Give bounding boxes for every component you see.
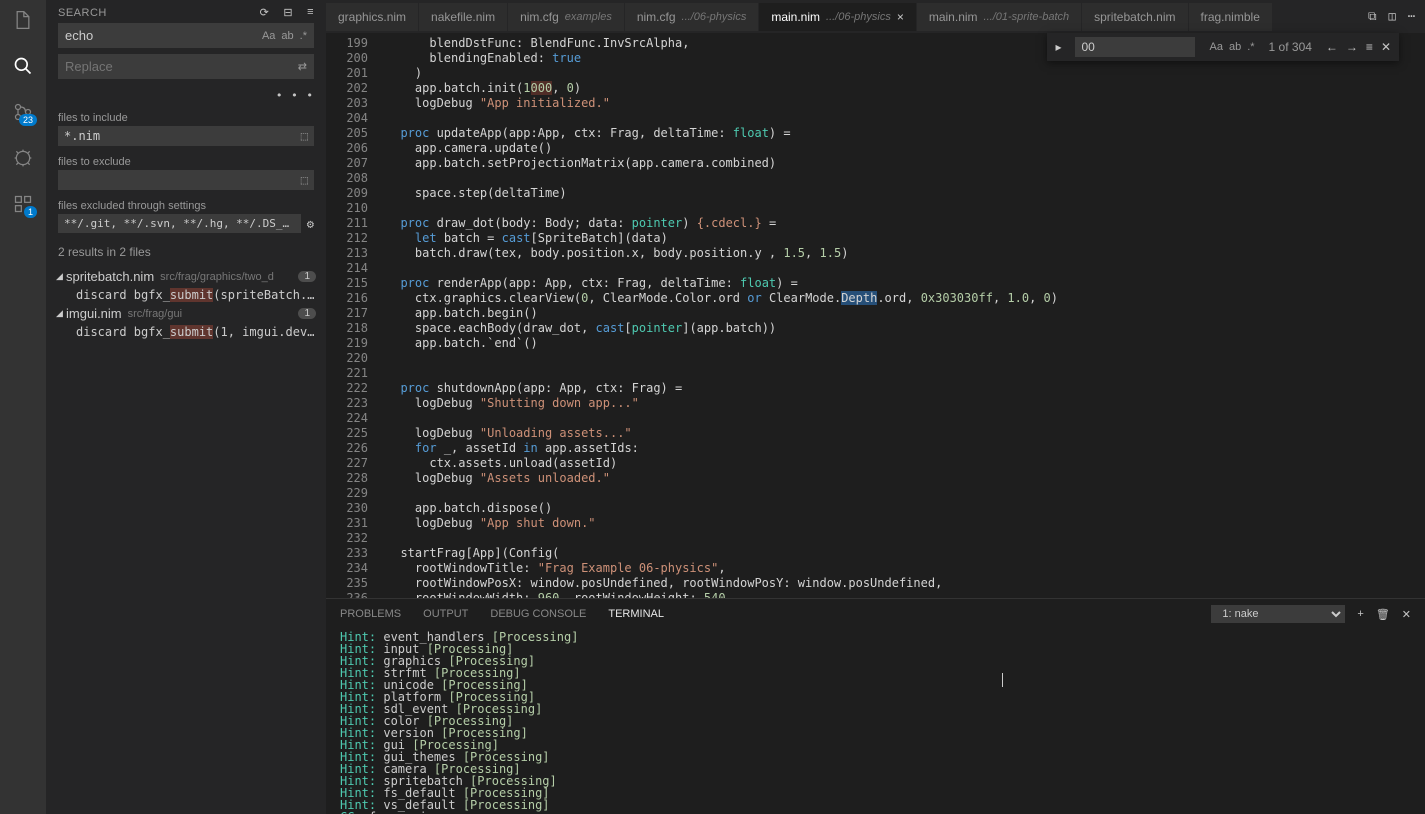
search-icon[interactable] <box>11 54 35 78</box>
more-icon[interactable]: ⋯ <box>1408 9 1415 24</box>
explorer-icon[interactable] <box>11 8 35 32</box>
editor-tab[interactable]: frag.nimble <box>1189 3 1273 31</box>
results-count: 2 results in 2 files <box>58 245 314 259</box>
editor-tab[interactable]: main.nim .../01-sprite-batch <box>917 3 1082 31</box>
exclude-input[interactable]: ⬚ <box>58 170 314 190</box>
scm-badge: 23 <box>19 114 37 126</box>
panel-tab[interactable]: DEBUG CONSOLE <box>490 608 586 620</box>
excluded-list: **/.git, **/.svn, **/.hg, **/.DS_Store, … <box>58 214 301 233</box>
case-icon[interactable]: Aa <box>262 30 275 42</box>
book-icon[interactable]: ⬚ <box>301 129 308 143</box>
result-file[interactable]: ◢spritebatch.nimsrc/frag/graphics/two_d1 <box>46 267 326 286</box>
split-icon[interactable]: ◫ <box>1389 9 1396 24</box>
editor-tab[interactable]: main.nim .../06-physics × <box>759 3 917 31</box>
new-terminal-icon[interactable]: + <box>1357 608 1363 620</box>
kill-terminal-icon[interactable]: 🗑 <box>1376 608 1390 621</box>
close-icon[interactable]: ✕ <box>1381 40 1391 54</box>
word-icon[interactable]: ab <box>281 30 293 42</box>
gear-icon[interactable]: ⚙ <box>307 217 314 231</box>
panel: PROBLEMS OUTPUT DEBUG CONSOLE TERMINAL 1: na… <box>326 598 1425 814</box>
terminal-select[interactable]: 1: nake <box>1211 605 1345 623</box>
include-input[interactable]: *.nim⬚ <box>58 126 314 146</box>
panel-tab[interactable]: PROBLEMS <box>340 608 401 620</box>
result-match[interactable]: discard bgfx_submit(1, imgui.dev.sph, 0,… <box>46 323 326 341</box>
search-input[interactable]: Aaab .* <box>58 23 314 48</box>
replace-all-icon[interactable]: ⇄ <box>298 60 307 73</box>
scm-icon[interactable]: 23 <box>11 100 35 124</box>
word-icon[interactable]: ab <box>1229 41 1241 53</box>
activity-bar: 23 1 <box>0 0 46 814</box>
book-icon[interactable]: ⬚ <box>301 173 308 187</box>
find-count: 1 of 304 <box>1269 40 1312 54</box>
find-input[interactable]: 00 <box>1075 37 1195 57</box>
exclude-label: files to exclude <box>58 156 314 168</box>
collapse-icon[interactable]: ⊟ <box>283 6 293 19</box>
editor-tab[interactable]: nim.cfg examples <box>508 3 625 31</box>
regex-icon[interactable]: .* <box>1247 41 1254 53</box>
result-match[interactable]: discard bgfx_submit(spriteBatch.view, sp… <box>46 286 326 304</box>
editor-tab[interactable]: spritebatch.nim <box>1082 3 1188 31</box>
clear-icon[interactable]: ≡ <box>307 6 314 19</box>
extensions-icon[interactable]: 1 <box>11 192 35 216</box>
panel-tab[interactable]: TERMINAL <box>608 608 664 620</box>
sidebar-title: SEARCH <box>58 7 107 19</box>
compare-icon[interactable]: ⧉ <box>1368 9 1377 24</box>
close-icon[interactable]: × <box>897 10 904 24</box>
ext-badge: 1 <box>24 206 37 218</box>
terminal[interactable]: Hint: event_handlers [Processing]Hint: i… <box>326 629 1425 814</box>
case-icon[interactable]: Aa <box>1209 41 1222 53</box>
regex-icon[interactable]: .* <box>300 30 307 42</box>
refresh-icon[interactable]: ⟳ <box>260 6 270 19</box>
find-chevron-icon[interactable]: ▸ <box>1055 40 1061 54</box>
include-label: files to include <box>58 112 314 124</box>
find-widget: ▸ 00 Aaab .* 1 of 304 ← → ≡ ✕ <box>1047 33 1399 61</box>
panel-tab[interactable]: OUTPUT <box>423 608 468 620</box>
debug-icon[interactable] <box>11 146 35 170</box>
sidebar: SEARCH ⟳ ⊟ ≡ Aaab .* ⇄ • • • files to inc… <box>46 0 326 814</box>
prev-match-icon[interactable]: ← <box>1326 40 1338 54</box>
editor-tab[interactable]: nakefile.nim <box>419 3 508 31</box>
editor-tab[interactable]: nim.cfg .../06-physics <box>625 3 760 31</box>
excluded-settings-label: files excluded through settings <box>58 200 314 212</box>
next-match-icon[interactable]: → <box>1346 40 1358 54</box>
code-area[interactable]: blendDstFunc: BlendFunc.InvSrcAlpha, ble… <box>386 33 1425 598</box>
editor: graphics.nimnakefile.nimnim.cfg examples… <box>326 0 1425 814</box>
selection-icon[interactable]: ≡ <box>1366 40 1373 54</box>
line-numbers: 199 200 201 202 203 204 205 206 207 208 … <box>326 33 386 598</box>
tab-bar: graphics.nimnakefile.nimnim.cfg examples… <box>326 0 1425 33</box>
replace-input[interactable]: ⇄ <box>58 54 314 79</box>
close-panel-icon[interactable]: ✕ <box>1402 608 1411 621</box>
editor-tab[interactable]: graphics.nim <box>326 3 419 31</box>
toggle-details-icon[interactable]: • • • <box>58 89 314 102</box>
result-file[interactable]: ◢imgui.nimsrc/frag/gui1 <box>46 304 326 323</box>
